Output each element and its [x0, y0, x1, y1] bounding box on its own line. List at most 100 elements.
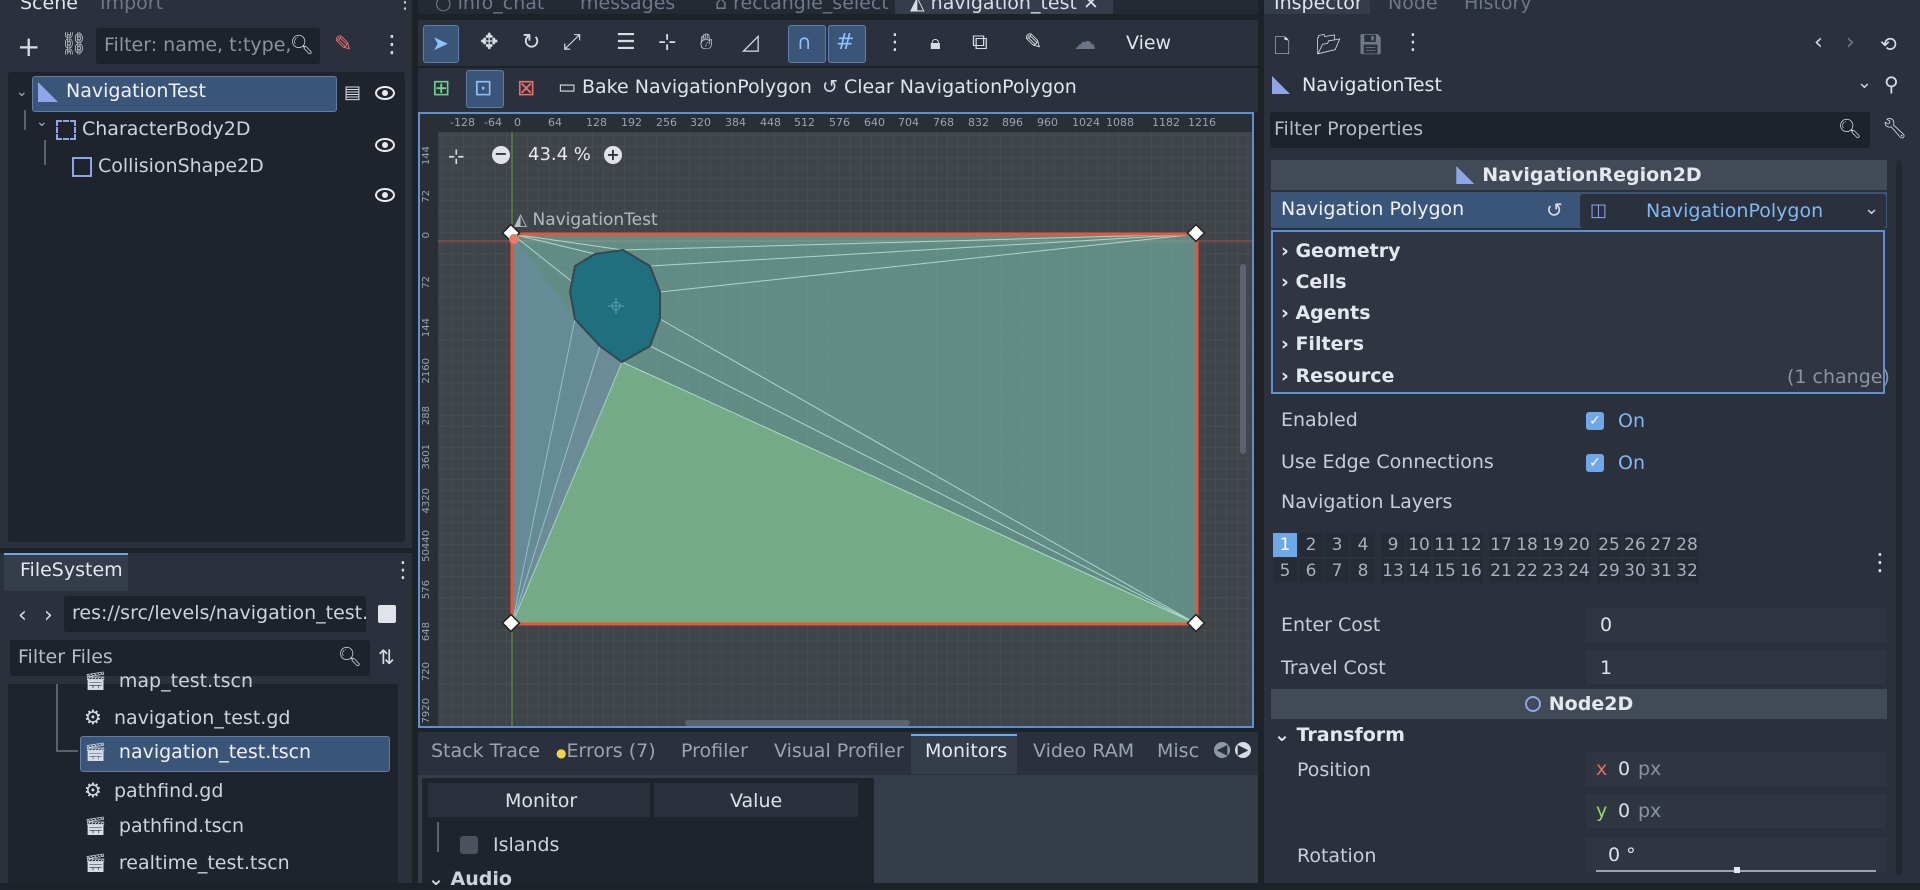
- layer-cell[interactable]: 20: [1567, 533, 1591, 557]
- layer-cell[interactable]: 9: [1381, 533, 1405, 557]
- visibility-icon[interactable]: [375, 86, 395, 100]
- position-x-field[interactable]: [1586, 752, 1886, 786]
- link-icon[interactable]: ⛓: [60, 32, 88, 57]
- tab-profiler[interactable]: Profiler: [681, 740, 748, 762]
- layer-cell[interactable]: 15: [1433, 559, 1457, 583]
- group-icon[interactable]: ⧉: [972, 30, 988, 55]
- enabled-checkbox[interactable]: ✓: [1586, 412, 1604, 430]
- layer-cell[interactable]: 10: [1407, 533, 1431, 557]
- tab-visual-profiler[interactable]: Visual Profiler: [774, 740, 904, 762]
- enter-cost-field[interactable]: [1586, 608, 1886, 642]
- clear-button[interactable]: ↺ Clear NavigationPolygon: [822, 76, 1077, 98]
- subsection-filters[interactable]: › Filters: [1281, 333, 1364, 355]
- layer-cell[interactable]: 27: [1649, 533, 1673, 557]
- layer-cell[interactable]: 30: [1623, 559, 1647, 583]
- add-node-icon[interactable]: +: [17, 30, 40, 63]
- tab-misc[interactable]: Misc: [1157, 740, 1199, 762]
- forward-icon[interactable]: ›: [44, 603, 53, 628]
- value-header[interactable]: Value: [730, 790, 782, 812]
- zoom-out-button[interactable]: −: [492, 146, 510, 164]
- zoom-level[interactable]: 43.4 %: [528, 144, 591, 165]
- layer-cell[interactable]: 2: [1299, 533, 1323, 557]
- layer-cell[interactable]: 5: [1273, 559, 1297, 583]
- position-y-field[interactable]: [1586, 794, 1886, 828]
- split-view-icon[interactable]: [378, 605, 396, 623]
- tools-icon[interactable]: 🔧︎: [1882, 116, 1907, 140]
- tab-history[interactable]: History: [1464, 0, 1532, 14]
- history-icon[interactable]: ⟲: [1880, 32, 1897, 56]
- layer-cell[interactable]: 3: [1325, 533, 1349, 557]
- delete-points-icon[interactable]: ⊠: [517, 76, 535, 101]
- layer-cell[interactable]: 22: [1515, 559, 1539, 583]
- create-points-icon[interactable]: ⊞: [432, 76, 450, 101]
- rotate-icon[interactable]: ↻: [522, 30, 540, 55]
- layer-cell[interactable]: 13: [1381, 559, 1405, 583]
- layer-cell[interactable]: 28: [1675, 533, 1699, 557]
- pivot-icon[interactable]: ⊹: [658, 30, 676, 55]
- monitor-header[interactable]: Monitor: [505, 790, 577, 812]
- file-row[interactable]: ⚙ pathfind.gd: [84, 778, 223, 802]
- layer-cell[interactable]: 17: [1489, 533, 1513, 557]
- center-view-icon[interactable]: ⊹: [448, 144, 465, 168]
- visibility-icon[interactable]: [375, 188, 395, 202]
- layer-cell[interactable]: 16: [1459, 559, 1483, 583]
- edge-checkbox[interactable]: ✓: [1586, 454, 1604, 472]
- layer-cell[interactable]: 21: [1489, 559, 1513, 583]
- layer-cell[interactable]: 6: [1299, 559, 1323, 583]
- tab-errors[interactable]: ●Errors (7): [556, 740, 656, 762]
- layers-more-icon[interactable]: ⋮: [1868, 548, 1892, 576]
- chevron-down-icon[interactable]: ⌄: [1864, 198, 1879, 219]
- more-icon[interactable]: ⋮: [884, 30, 906, 55]
- tab-rectangle-select[interactable]: ⌂ rectangle_select: [715, 0, 889, 14]
- layer-cell[interactable]: 26: [1623, 533, 1647, 557]
- lock-icon[interactable]: 🔒︎: [930, 30, 941, 54]
- file-row[interactable]: 🎬︎ realtime_test.tscn: [84, 852, 290, 874]
- file-row[interactable]: ⚙ navigation_test.gd: [84, 705, 290, 729]
- monitor-section[interactable]: ⌄ Audio: [428, 868, 512, 890]
- script-remove-icon[interactable]: ✎: [334, 32, 352, 57]
- layer-cell[interactable]: 7: [1325, 559, 1349, 583]
- history-back-icon[interactable]: ‹: [1814, 30, 1823, 55]
- more-icon[interactable]: ⋮: [1402, 30, 1424, 55]
- tab-stack-trace[interactable]: Stack Trace: [431, 740, 540, 762]
- history-forward-icon[interactable]: ›: [1846, 30, 1855, 55]
- filter-properties-input[interactable]: Filter Properties 🔍︎: [1270, 112, 1870, 148]
- object-selector[interactable]: NavigationTest ⌄: [1270, 68, 1880, 104]
- subsection-geometry[interactable]: › Geometry: [1281, 240, 1401, 262]
- tab-video-ram[interactable]: Video RAM: [1033, 740, 1134, 762]
- scroll-left-icon[interactable]: ◀: [1214, 742, 1230, 758]
- tab-messages[interactable]: messages: [580, 0, 675, 14]
- new-resource-icon[interactable]: 🗋: [1274, 32, 1290, 66]
- layer-cell[interactable]: 4: [1351, 533, 1375, 557]
- layer-cell[interactable]: 23: [1541, 559, 1565, 583]
- more-icon[interactable]: ⋮: [392, 558, 414, 583]
- path-field[interactable]: res://src/levels/navigation_test.ts: [64, 596, 366, 632]
- tab-info-chat[interactable]: ○ info_chat: [435, 0, 544, 14]
- scene-filter-input[interactable]: Filter: name, t:type, g 🔍︎: [96, 28, 320, 64]
- layer-cell[interactable]: 29: [1597, 559, 1621, 583]
- import-tab[interactable]: Import: [100, 0, 163, 14]
- ruler-icon[interactable]: ◿: [742, 30, 759, 55]
- travel-cost-field[interactable]: [1586, 650, 1886, 684]
- list-select-icon[interactable]: ☰: [616, 30, 636, 55]
- layer-cell[interactable]: 11: [1433, 533, 1457, 557]
- layer-cell[interactable]: 12: [1459, 533, 1483, 557]
- subsection-resource[interactable]: › Resource: [1281, 365, 1394, 387]
- tab-monitors[interactable]: Monitors: [925, 740, 1007, 762]
- islands-checkbox[interactable]: [460, 836, 478, 854]
- more-icon[interactable]: ⋮: [396, 0, 414, 13]
- layer-cell[interactable]: 8: [1351, 559, 1375, 583]
- file-row[interactable]: 🎬︎ navigation_test.tscn: [84, 741, 311, 763]
- script-icon[interactable]: ▤: [344, 82, 361, 103]
- save-icon[interactable]: 💾︎: [1358, 32, 1383, 56]
- scene-tab[interactable]: Scene: [20, 0, 78, 14]
- back-icon[interactable]: ‹: [18, 603, 27, 628]
- tree-chevron-down-icon[interactable]: ⌄: [16, 84, 28, 100]
- scroll-right-icon[interactable]: ▶: [1235, 742, 1251, 758]
- tab-node[interactable]: Node: [1388, 0, 1438, 14]
- sort-icon[interactable]: ⇅: [378, 645, 395, 669]
- bone-icon[interactable]: ✎: [1024, 30, 1042, 55]
- layer-cell[interactable]: 1: [1273, 533, 1297, 557]
- zoom-in-button[interactable]: +: [604, 146, 622, 164]
- layer-cell[interactable]: 24: [1567, 559, 1591, 583]
